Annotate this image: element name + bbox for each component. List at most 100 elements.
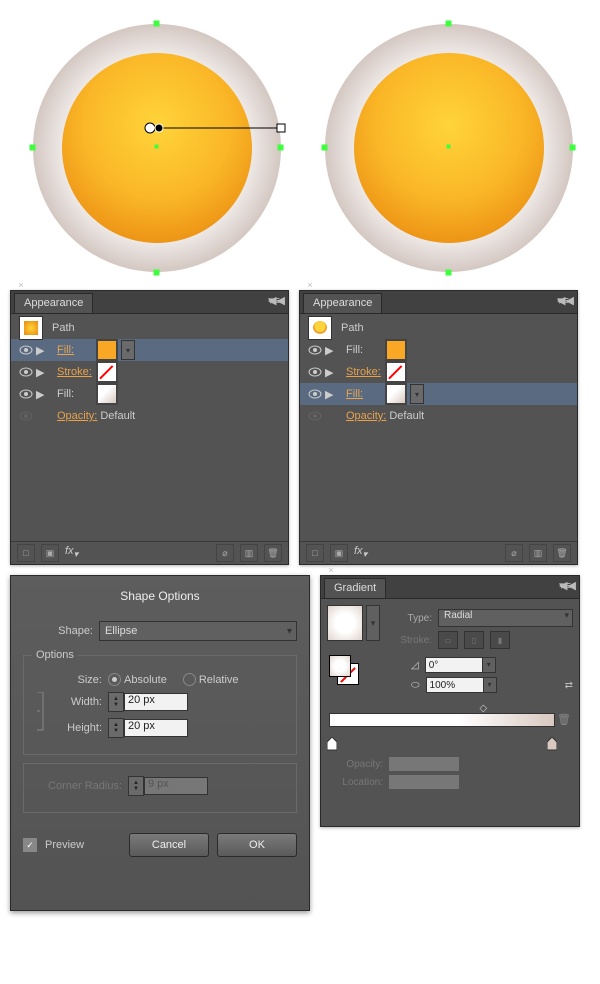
height-stepper[interactable]: ▲▼ bbox=[108, 718, 124, 738]
stroke-swatch[interactable] bbox=[385, 361, 407, 383]
preview-label: Preview bbox=[45, 839, 84, 851]
fill-label: Fill: bbox=[346, 344, 382, 356]
clear-icon[interactable]: ⌀ bbox=[505, 544, 523, 562]
fill2-swatch[interactable] bbox=[385, 383, 407, 405]
height-input[interactable]: 20 px bbox=[124, 719, 188, 737]
location-label: Location: bbox=[327, 777, 383, 788]
visibility-toggle-icon[interactable] bbox=[308, 343, 322, 357]
opacity-label[interactable]: Opacity: bbox=[346, 410, 386, 422]
gradient-preset-icon[interactable]: ▾ bbox=[366, 605, 380, 641]
gradient-tab[interactable]: Gradient bbox=[324, 578, 386, 598]
gradient-slider[interactable]: ◇ 🗑 bbox=[327, 703, 573, 753]
visibility-toggle-icon[interactable] bbox=[19, 387, 33, 401]
appearance-tab[interactable]: Appearance bbox=[14, 293, 93, 313]
aspect-input[interactable]: 100% bbox=[426, 677, 484, 693]
opacity-value: Default bbox=[100, 410, 135, 422]
midpoint-icon[interactable]: ◇ bbox=[480, 703, 488, 714]
delete-icon[interactable]: 🗑 bbox=[264, 544, 282, 562]
panel-close-icon[interactable]: × bbox=[321, 565, 341, 576]
aspect-icon: ⬭ bbox=[411, 680, 420, 691]
visibility-toggle-icon[interactable] bbox=[308, 365, 322, 379]
shape-options-dialog: Shape Options Shape: Ellipse Options Siz… bbox=[10, 575, 310, 911]
panel-close-icon[interactable]: × bbox=[300, 280, 320, 291]
disclosure-icon[interactable]: ▶ bbox=[36, 388, 46, 401]
appearance-tab[interactable]: Appearance bbox=[303, 293, 382, 313]
cancel-button[interactable]: Cancel bbox=[129, 833, 209, 857]
dialog-title: Shape Options bbox=[23, 586, 297, 615]
clear-icon[interactable]: ⌀ bbox=[216, 544, 234, 562]
angle-icon: ◿ bbox=[411, 660, 419, 671]
opacity-label[interactable]: Opacity: bbox=[57, 410, 97, 422]
stroke-type-3-icon: ▮ bbox=[490, 631, 510, 649]
fill2-label[interactable]: Fill: bbox=[346, 388, 382, 400]
color-stop-start[interactable] bbox=[327, 737, 337, 751]
gradient-panel: × Gradient ◀◀ ▾≡ ▾ Type: Radial Stro bbox=[320, 575, 580, 827]
appearance-panel-left: × Appearance ◀◀ ▾≡ Path ▶ Fill: ▾ bbox=[10, 290, 289, 565]
fx-button[interactable]: fx▾ bbox=[65, 545, 78, 560]
path-label: Path bbox=[341, 322, 364, 334]
shape-select[interactable]: Ellipse bbox=[99, 621, 297, 641]
visibility-toggle-icon[interactable] bbox=[19, 343, 33, 357]
corner-stepper: ▲▼ bbox=[128, 776, 144, 796]
preview-checkbox[interactable]: ✓ bbox=[23, 838, 37, 852]
opacity-label: Opacity: bbox=[327, 759, 383, 770]
swatch-dropdown-icon[interactable]: ▾ bbox=[410, 384, 424, 404]
width-input[interactable]: 20 px bbox=[124, 693, 188, 711]
color-stop-end[interactable] bbox=[547, 737, 557, 751]
shape-label: Shape: bbox=[23, 625, 93, 637]
path-thumbnail bbox=[308, 316, 332, 340]
fx-button[interactable]: fx▾ bbox=[354, 545, 367, 560]
absolute-radio[interactable]: Absolute bbox=[108, 673, 167, 686]
stroke-label[interactable]: Stroke: bbox=[346, 366, 382, 378]
width-stepper[interactable]: ▲▼ bbox=[108, 692, 124, 712]
path-label: Path bbox=[52, 322, 75, 334]
corner-group: Corner Radius: ▲▼9 px bbox=[23, 763, 297, 813]
fill-stroke-toggle[interactable] bbox=[329, 655, 359, 685]
new-art-icon[interactable]: □ bbox=[17, 544, 35, 562]
stroke-label[interactable]: Stroke: bbox=[57, 366, 93, 378]
swatch-dropdown-icon[interactable]: ▾ bbox=[121, 340, 135, 360]
angle-input[interactable]: 0° bbox=[425, 657, 483, 673]
fill2-swatch[interactable] bbox=[96, 383, 118, 405]
disclosure-icon[interactable]: ▶ bbox=[36, 366, 46, 379]
visibility-toggle-icon[interactable] bbox=[19, 365, 33, 379]
visibility-toggle-icon[interactable] bbox=[308, 387, 322, 401]
corner-label: Corner Radius: bbox=[32, 780, 122, 792]
duplicate-icon[interactable]: ▣ bbox=[41, 544, 59, 562]
type-label: Type: bbox=[386, 613, 432, 624]
delete-stop-icon[interactable]: 🗑 bbox=[557, 713, 571, 726]
fill-swatch[interactable] bbox=[385, 339, 407, 361]
path-thumbnail bbox=[19, 316, 43, 340]
stroke-label: Stroke: bbox=[386, 635, 432, 646]
relative-radio[interactable]: Relative bbox=[183, 673, 239, 686]
duplicate-icon[interactable]: ▣ bbox=[330, 544, 348, 562]
stroke-swatch[interactable] bbox=[96, 361, 118, 383]
panel-menu-icon[interactable]: ▾≡ bbox=[268, 294, 286, 308]
ok-button[interactable]: OK bbox=[217, 833, 297, 857]
opacity-input bbox=[389, 757, 459, 771]
panel-close-icon[interactable]: × bbox=[11, 280, 31, 291]
type-select[interactable]: Radial bbox=[438, 609, 573, 627]
reverse-icon[interactable]: ⇄ bbox=[565, 680, 573, 691]
fill-label[interactable]: Fill: bbox=[57, 344, 93, 356]
appearance-panel-right: × Appearance ◀◀ ▾≡ Path ▶ Fill: bbox=[299, 290, 578, 565]
disclosure-icon[interactable]: ▶ bbox=[325, 344, 335, 357]
panel-menu-icon[interactable]: ▾≡ bbox=[559, 579, 577, 593]
new-art-icon[interactable]: □ bbox=[306, 544, 324, 562]
gradient-preview[interactable] bbox=[327, 605, 363, 641]
canvas-svg bbox=[0, 0, 600, 282]
disclosure-icon[interactable]: ▶ bbox=[325, 366, 335, 379]
dup-selected-icon[interactable]: ▥ bbox=[529, 544, 547, 562]
visibility-toggle-icon[interactable] bbox=[19, 409, 33, 423]
delete-icon[interactable]: 🗑 bbox=[553, 544, 571, 562]
visibility-toggle-icon[interactable] bbox=[308, 409, 322, 423]
disclosure-icon[interactable]: ▶ bbox=[36, 344, 46, 357]
corner-input: 9 px bbox=[144, 777, 208, 795]
fill-swatch[interactable] bbox=[96, 339, 118, 361]
link-icon[interactable] bbox=[36, 692, 52, 732]
size-label: Size: bbox=[32, 674, 102, 686]
disclosure-icon[interactable]: ▶ bbox=[325, 388, 335, 401]
panel-menu-icon[interactable]: ▾≡ bbox=[557, 294, 575, 308]
fill2-label: Fill: bbox=[57, 388, 93, 400]
dup-selected-icon[interactable]: ▥ bbox=[240, 544, 258, 562]
